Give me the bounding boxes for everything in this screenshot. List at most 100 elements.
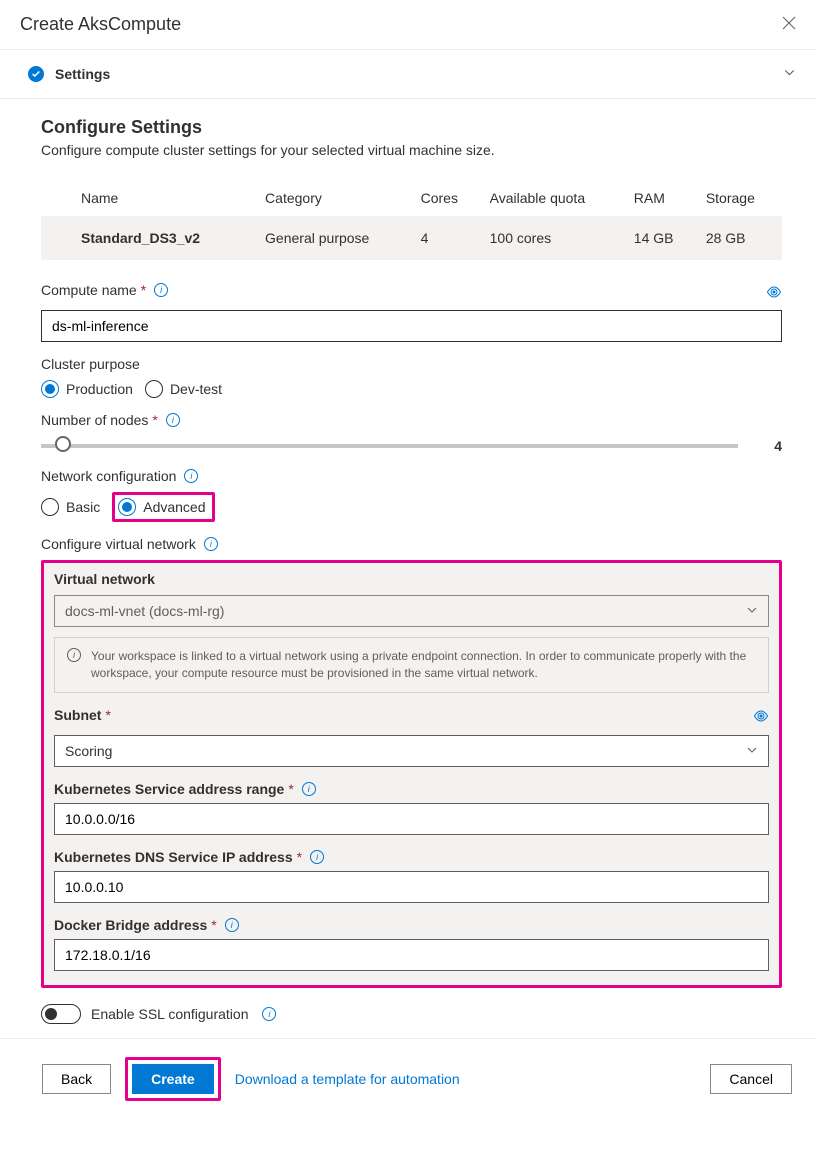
vnet-dropdown[interactable]: docs-ml-vnet (docs-ml-rg) — [54, 595, 769, 627]
network-config-label: Network configuration i — [41, 468, 782, 484]
back-button[interactable]: Back — [42, 1064, 111, 1094]
radio-label: Dev-test — [170, 381, 222, 397]
dialog-header: Create AksCompute — [0, 0, 816, 50]
nodes-slider-row: 4 — [41, 438, 782, 454]
network-config-field: Network configuration i Basic Advanced — [41, 468, 782, 522]
vnet-config-box: Virtual network docs-ml-vnet (docs-ml-rg… — [41, 560, 782, 988]
k8s-range-field: Kubernetes Service address range * i — [54, 781, 769, 835]
compute-name-input[interactable] — [41, 310, 782, 342]
k8s-dns-input[interactable] — [54, 871, 769, 903]
radio-label: Basic — [66, 499, 100, 515]
chevron-down-icon — [783, 66, 796, 82]
cell-cores: 4 — [413, 216, 482, 260]
highlight-advanced: Advanced — [112, 492, 214, 522]
k8s-range-input[interactable] — [54, 803, 769, 835]
network-config-radios: Basic Advanced — [41, 492, 782, 522]
radio-circle-icon — [118, 498, 136, 516]
info-icon[interactable]: i — [184, 469, 198, 483]
col-name: Name — [41, 180, 257, 216]
required-mark: * — [211, 917, 216, 933]
col-quota: Available quota — [482, 180, 626, 216]
radio-circle-icon — [145, 380, 163, 398]
slider-thumb[interactable] — [55, 436, 71, 452]
cluster-purpose-radios: Production Dev-test — [41, 380, 782, 398]
radio-circle-icon — [41, 498, 59, 516]
radio-devtest[interactable]: Dev-test — [145, 380, 222, 398]
docker-bridge-field: Docker Bridge address * i — [54, 917, 769, 971]
nodes-slider[interactable] — [41, 444, 738, 448]
compute-name-label: Compute name * i — [41, 282, 168, 298]
required-mark: * — [288, 781, 293, 797]
cancel-button[interactable]: Cancel — [710, 1064, 792, 1094]
subnet-label: Subnet * — [54, 707, 111, 723]
required-mark: * — [105, 707, 110, 723]
info-icon[interactable]: i — [154, 283, 168, 297]
close-icon[interactable] — [782, 14, 796, 35]
table-row: Standard_DS3_v2 General purpose 4 100 co… — [41, 216, 782, 260]
compute-name-field: Compute name * i — [41, 282, 782, 342]
cell-ram: 14 GB — [626, 216, 698, 260]
k8s-dns-label: Kubernetes DNS Service IP address * i — [54, 849, 769, 865]
nodes-value: 4 — [762, 438, 782, 454]
preview-eye-icon[interactable] — [753, 708, 769, 727]
cell-name: Standard_DS3_v2 — [41, 216, 257, 260]
info-icon[interactable]: i — [166, 413, 180, 427]
k8s-range-label: Kubernetes Service address range * i — [54, 781, 769, 797]
table-header-row: Name Category Cores Available quota RAM … — [41, 180, 782, 216]
radio-advanced[interactable]: Advanced — [118, 498, 205, 516]
required-mark: * — [141, 282, 146, 298]
radio-label: Production — [66, 381, 133, 397]
docker-bridge-input[interactable] — [54, 939, 769, 971]
subnet-dropdown[interactable]: Scoring — [54, 735, 769, 767]
subnet-value: Scoring — [65, 743, 112, 759]
footer-left: Back Create Download a template for auto… — [42, 1057, 460, 1101]
config-vnet-label: Configure virtual network i — [41, 536, 782, 552]
download-template-link[interactable]: Download a template for automation — [235, 1071, 460, 1087]
highlight-create: Create — [125, 1057, 221, 1101]
required-mark: * — [152, 412, 157, 428]
cell-quota: 100 cores — [482, 216, 626, 260]
page-heading: Configure Settings — [41, 117, 782, 138]
page-description: Configure compute cluster settings for y… — [41, 142, 782, 158]
create-button[interactable]: Create — [132, 1064, 214, 1094]
dialog-footer: Back Create Download a template for auto… — [0, 1038, 816, 1119]
docker-bridge-label: Docker Bridge address * i — [54, 917, 769, 933]
section-header-settings[interactable]: Settings — [0, 50, 816, 99]
col-ram: RAM — [626, 180, 698, 216]
vnet-value: docs-ml-vnet (docs-ml-rg) — [65, 603, 224, 619]
info-icon[interactable]: i — [302, 782, 316, 796]
preview-eye-icon[interactable] — [766, 284, 782, 303]
ssl-label: Enable SSL configuration — [91, 1006, 248, 1022]
vnet-info-text: Your workspace is linked to a virtual ne… — [91, 648, 756, 682]
cell-storage: 28 GB — [698, 216, 782, 260]
k8s-dns-field: Kubernetes DNS Service IP address * i — [54, 849, 769, 903]
radio-circle-icon — [41, 380, 59, 398]
col-cores: Cores — [413, 180, 482, 216]
cluster-purpose-label: Cluster purpose — [41, 356, 782, 372]
toggle-knob — [45, 1008, 57, 1020]
cell-category: General purpose — [257, 216, 413, 260]
check-circle-icon — [28, 66, 44, 82]
vnet-label: Virtual network — [54, 571, 769, 587]
nodes-label: Number of nodes * i — [41, 412, 782, 428]
radio-label: Advanced — [143, 499, 205, 515]
col-category: Category — [257, 180, 413, 216]
info-icon[interactable]: i — [204, 537, 218, 551]
ssl-toggle[interactable] — [41, 1004, 81, 1024]
info-icon[interactable]: i — [225, 918, 239, 932]
info-icon[interactable]: i — [310, 850, 324, 864]
section-header-left: Settings — [28, 66, 110, 82]
info-icon[interactable]: i — [262, 1007, 276, 1021]
nodes-field: Number of nodes * i 4 — [41, 412, 782, 454]
subnet-field: Subnet * Scoring — [54, 707, 769, 767]
ssl-toggle-row: Enable SSL configuration i — [41, 1004, 782, 1024]
vm-size-table: Name Category Cores Available quota RAM … — [41, 180, 782, 260]
dialog-title: Create AksCompute — [20, 14, 181, 35]
chevron-down-icon — [746, 743, 758, 759]
radio-production[interactable]: Production — [41, 380, 133, 398]
radio-basic[interactable]: Basic — [41, 498, 100, 516]
vnet-info-box: i Your workspace is linked to a virtual … — [54, 637, 769, 693]
info-icon: i — [67, 648, 81, 662]
section-title: Settings — [55, 66, 110, 82]
cluster-purpose-field: Cluster purpose Production Dev-test — [41, 356, 782, 398]
